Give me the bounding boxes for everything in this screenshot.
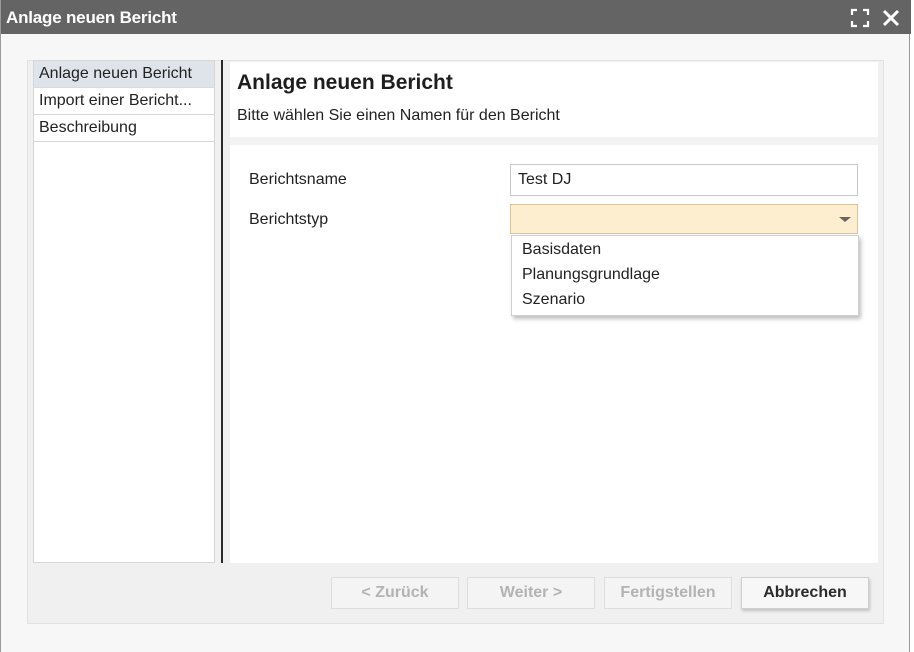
page-title: Anlage neuen Bericht xyxy=(237,71,453,94)
maximize-icon[interactable] xyxy=(849,7,871,29)
berichtsname-label: Berichtsname xyxy=(249,171,347,188)
dropdown-option-planungsgrundlage[interactable]: Planungsgrundlage xyxy=(512,263,858,288)
dropdown-option-szenario[interactable]: Szenario xyxy=(512,288,858,313)
next-button[interactable]: Weiter > xyxy=(467,577,595,609)
close-icon[interactable] xyxy=(880,7,902,29)
dialog-window: Anlage neuen Bericht Anlage neuen Berich… xyxy=(0,0,911,652)
berichtstyp-dropdown-list: Basisdaten Planungsgrundlage Szenario xyxy=(511,235,859,316)
berichtsname-input[interactable] xyxy=(510,164,858,196)
finish-button[interactable]: Fertigstellen xyxy=(604,577,732,609)
chevron-down-icon[interactable] xyxy=(839,217,851,222)
nav-item-beschreibung[interactable]: Beschreibung xyxy=(34,115,214,142)
cancel-button[interactable]: Abbrechen xyxy=(741,577,869,609)
back-button[interactable]: < Zurück xyxy=(331,577,459,609)
title-bar: Anlage neuen Bericht xyxy=(1,0,911,34)
dropdown-option-basisdaten[interactable]: Basisdaten xyxy=(512,238,858,263)
window-title: Anlage neuen Bericht xyxy=(6,8,177,27)
panel-splitter[interactable] xyxy=(221,60,223,563)
content-header: Anlage neuen Bericht Bitte wählen Sie ei… xyxy=(230,62,878,145)
berichtstyp-select[interactable] xyxy=(510,204,858,234)
page-subtitle: Bitte wählen Sie einen Namen für den Ber… xyxy=(237,107,560,124)
nav-item-anlage[interactable]: Anlage neuen Bericht xyxy=(34,61,214,88)
nav-item-import[interactable]: Import einer Bericht... xyxy=(34,88,214,115)
berichtstyp-label: Berichtstyp xyxy=(249,211,329,228)
wizard-steps-nav: Anlage neuen Bericht Import einer Berich… xyxy=(33,60,215,563)
